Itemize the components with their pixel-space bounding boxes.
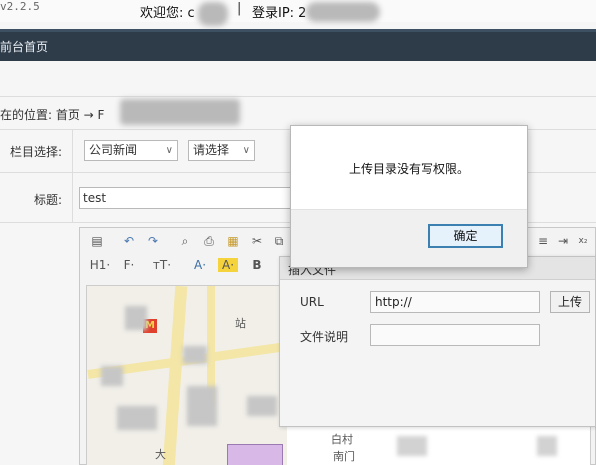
title-input[interactable]: test [79,187,309,209]
insert-file-panel: 插入文件 URL http:// 上传 文件说明 [279,256,596,427]
ok-button[interactable]: 确定 [428,224,503,248]
redacted-username [198,2,228,26]
redo-icon[interactable]: ↷ [146,234,160,248]
heading-menu[interactable]: H1· [88,258,112,272]
header-separator: | [237,1,242,16]
map-image: M 站 大 [87,286,287,465]
template-icon[interactable]: ▦ [226,234,240,248]
file-description-input[interactable] [370,324,540,346]
file-description-label: 文件说明 [300,330,349,344]
print-icon[interactable]: ⎙ [202,234,216,248]
nav-home-link[interactable]: 前台首页 [0,38,48,55]
welcome-text: 欢迎您: c [140,6,195,21]
category-select-value: 公司新闻 [89,143,138,157]
align-icon[interactable]: ≡ [536,234,550,248]
map-label-da: 大 [155,448,166,461]
map-label-village: 白村 [331,433,353,446]
map-building [227,444,283,465]
highlight-menu[interactable]: A· [218,258,238,272]
subcategory-select[interactable]: 请选择 ∨ [188,140,255,161]
font-color-menu[interactable]: A· [190,258,210,272]
category-select[interactable]: 公司新闻 ∨ [84,140,178,161]
bold-button[interactable]: B [250,258,264,272]
paste-icon[interactable]: ▤ [90,234,104,248]
redacted-ip [306,2,380,22]
top-bar: v2.2.5 欢迎您: c | 登录IP: 2 [0,0,596,26]
chevron-down-icon: ∨ [165,145,173,156]
category-label: 栏目选择: [9,145,62,159]
font-family-menu[interactable]: F· [118,258,140,272]
breadcrumb-text: 在的位置: 首页 → F [0,108,105,122]
redacted-crumb [120,99,240,125]
upload-button[interactable]: 上传 [550,291,590,313]
alert-footer: 确定 [291,209,527,267]
main-nav: 前台首页 [0,29,596,61]
copy-icon[interactable]: ⧉ [272,234,286,248]
cut-icon[interactable]: ✂ [250,234,264,248]
subscript-icon[interactable]: x₂ [576,234,590,248]
version-text: v2.2.5 [0,0,40,13]
login-ip-text: 登录IP: 2 [252,6,307,21]
alert-message: 上传目录没有写权限。 [348,162,469,176]
preview-icon[interactable]: ⌕ [178,234,192,248]
indent-icon[interactable]: ⇥ [556,234,570,248]
undo-icon[interactable]: ↶ [122,234,136,248]
title-label: 标题: [33,193,62,207]
map-label-gate: 南门 [333,450,355,463]
url-label: URL [300,295,324,309]
subcategory-select-value: 请选择 [193,143,230,157]
url-input[interactable]: http:// [370,291,540,313]
chevron-down-icon: ∨ [242,145,250,156]
alert-dialog: 上传目录没有写权限。 确定 [290,125,528,268]
font-size-menu[interactable]: тT· [150,258,174,272]
map-label-station: 站 [235,317,246,330]
